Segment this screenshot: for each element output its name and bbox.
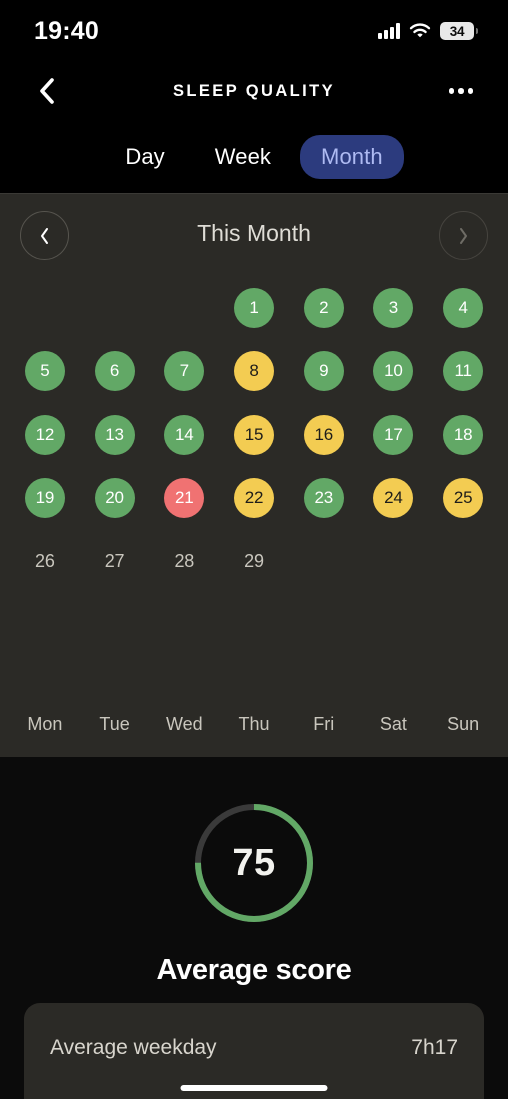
calendar-day[interactable]: 9 — [303, 351, 344, 392]
wifi-icon — [409, 23, 431, 39]
battery-icon: 34 — [440, 22, 478, 40]
calendar-day[interactable]: 29 — [234, 542, 274, 582]
calendar-day[interactable]: 3 — [373, 287, 414, 328]
calendar-panel: This Month 1 2 3 4 5 6 7 8 9 10 11 12 13 14 15 16 17 18 19… — [0, 193, 508, 757]
average-score-label: Average score — [156, 954, 352, 986]
calendar-day[interactable]: 22 — [233, 478, 274, 519]
calendar-day[interactable]: 12 — [24, 414, 65, 455]
calendar-day[interactable]: 4 — [443, 287, 484, 328]
period-segmented-control: Day Week Month — [0, 120, 508, 193]
calendar-day[interactable]: 21 — [164, 478, 205, 519]
average-weekday-value: 7h17 — [411, 1036, 458, 1059]
calendar-day[interactable]: 27 — [95, 542, 135, 582]
calendar-day[interactable]: 16 — [303, 414, 344, 455]
calendar-day[interactable]: 11 — [443, 351, 484, 392]
status-bar: 19:40 34 — [0, 0, 508, 62]
tab-month[interactable]: Month — [300, 134, 404, 179]
weekday-label: Wed — [165, 714, 203, 734]
previous-month-button[interactable] — [20, 211, 69, 260]
home-indicator[interactable] — [180, 1085, 328, 1091]
calendar-day[interactable]: 20 — [94, 478, 135, 519]
calendar-title: This Month — [197, 219, 311, 246]
calendar-day[interactable]: 7 — [164, 351, 205, 392]
nav-bar: SLEEP QUALITY — [0, 62, 508, 120]
calendar-day[interactable]: 18 — [443, 414, 484, 455]
calendar-week-row: 26 27 28 29 — [10, 530, 498, 594]
calendar-day[interactable]: 13 — [94, 414, 135, 455]
chevron-left-icon — [41, 227, 48, 244]
chevron-left-icon — [40, 78, 54, 104]
weekday-label: Fri — [313, 714, 335, 734]
calendar-day[interactable]: 1 — [233, 287, 274, 328]
calendar-day[interactable]: 6 — [94, 351, 135, 392]
weekday-label: Thu — [238, 714, 270, 734]
weekday-label: Mon — [27, 714, 63, 734]
calendar-day[interactable]: 25 — [443, 478, 484, 519]
calendar-day[interactable]: 8 — [233, 351, 274, 392]
cellular-signal-icon — [378, 23, 400, 39]
calendar-week-row: 5 6 7 8 9 10 11 — [10, 340, 498, 404]
calendar-day[interactable]: 24 — [373, 478, 414, 519]
tab-day[interactable]: Day — [104, 135, 185, 179]
calendar-week-row: 1234 — [10, 276, 498, 340]
calendar-day[interactable]: 15 — [233, 414, 274, 455]
more-dot — [467, 88, 474, 94]
weekday-label: Tue — [99, 714, 130, 734]
tab-week[interactable]: Week — [194, 135, 292, 179]
more-dot — [458, 88, 464, 94]
more-options-button[interactable] — [444, 74, 478, 108]
more-dot — [448, 88, 455, 94]
page-title: SLEEP QUALITY — [173, 81, 335, 100]
calendar-day[interactable]: 2 — [303, 287, 344, 328]
calendar-day[interactable]: 14 — [164, 414, 205, 455]
battery-level-text: 34 — [449, 23, 465, 39]
status-indicators: 34 — [378, 22, 478, 40]
calendar-day[interactable]: 17 — [373, 414, 414, 455]
back-button[interactable] — [30, 74, 64, 108]
chevron-right-icon — [460, 227, 467, 244]
next-month-button[interactable] — [439, 211, 488, 260]
calendar-day[interactable]: 10 — [373, 351, 414, 392]
average-score-value: 75 — [232, 841, 276, 884]
calendar-week-row: 19 20 21 22 23 24 25 — [10, 467, 498, 531]
calendar-day[interactable]: 19 — [24, 478, 65, 519]
weekday-label: Sun — [447, 714, 480, 734]
calendar-header: This Month — [0, 194, 508, 272]
calendar-day[interactable]: 28 — [164, 542, 204, 582]
average-weekday-label: Average weekday — [50, 1036, 217, 1059]
calendar-day[interactable]: 5 — [24, 351, 65, 392]
calendar-week-row: 12 13 14 15 16 17 18 — [10, 403, 498, 467]
status-time: 19:40 — [34, 16, 99, 45]
calendar-day[interactable]: 26 — [25, 542, 65, 582]
calendar-day[interactable]: 23 — [303, 478, 344, 519]
calendar-grid: 1 2 3 4 5 6 7 8 9 10 11 12 13 14 15 16 17 18 19 20 21 22 23 24 2… — [0, 276, 508, 594]
average-score-ring: 75 — [191, 800, 317, 926]
weekday-label: Sat — [379, 714, 407, 734]
calendar-weekday-labels: Mon Tue Wed Thu Fri Sat Sun — [0, 714, 508, 735]
sleep-quality-screen: 19:40 34 SLEEP QUALITY Day Week Month Th… — [0, 0, 508, 1099]
